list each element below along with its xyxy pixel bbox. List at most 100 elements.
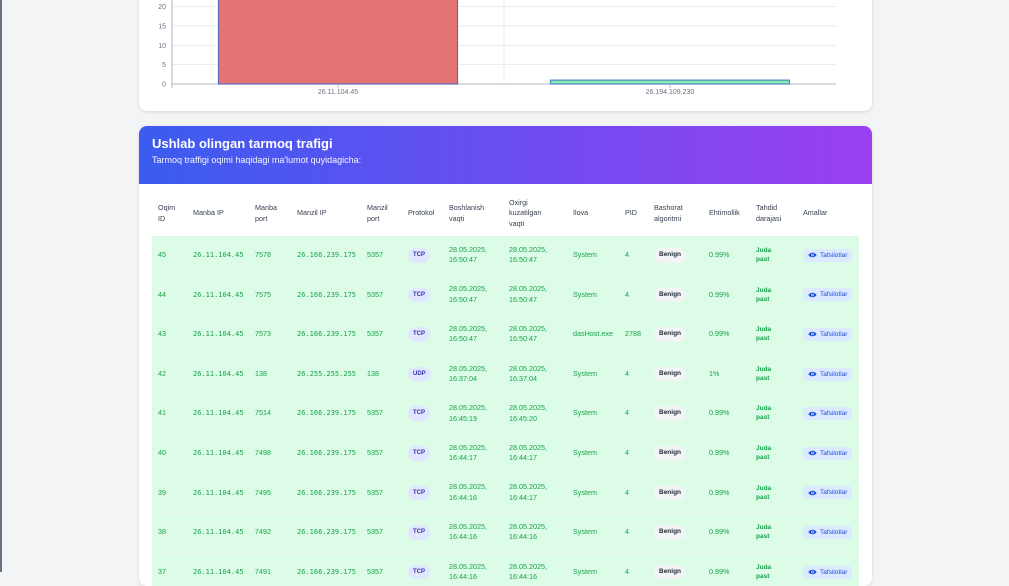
source-port: 7495 xyxy=(255,487,271,497)
cell-destination-ip: 26.255.255.255 xyxy=(291,354,361,395)
application: System xyxy=(573,448,597,458)
cell-source-ip: 26.11.104.45 xyxy=(187,473,249,514)
start-date: 28.05.2025, xyxy=(449,403,487,413)
details-button-label: Tafsilotlar xyxy=(820,251,848,259)
cell-threat-level: Juda past xyxy=(750,354,797,395)
cell-start-time: 28.05.2025, 16:50:47 xyxy=(443,275,503,316)
details-button[interactable]: Tafsilotlar xyxy=(803,288,853,302)
destination-ip: 26.255.255.255 xyxy=(297,369,357,378)
probability: 0.99% xyxy=(709,329,730,339)
start-time: 16:44:16 xyxy=(449,492,477,502)
start-time: 16:50:47 xyxy=(449,255,477,265)
eye-icon xyxy=(808,292,817,298)
cell-flow-id: 38 xyxy=(152,512,187,553)
column-header: Tahdid darajasi xyxy=(750,191,797,236)
details-button[interactable]: Tafsilotlar xyxy=(803,407,853,421)
last-date: 28.05.2025, xyxy=(509,442,547,452)
column-header: PID xyxy=(619,191,648,236)
last-date: 28.05.2025, xyxy=(509,403,547,413)
cell-destination-ip: 26.166.239.175 xyxy=(291,314,361,355)
cell-protocol: UDP xyxy=(402,354,443,395)
cell-last-seen: 28.05.2025, 16:50:47 xyxy=(503,275,567,316)
cell-source-port: 7575 xyxy=(249,275,291,316)
cell-actions: Tafsilotlar xyxy=(797,393,859,434)
bar[interactable] xyxy=(217,0,459,85)
cell-flow-id: 44 xyxy=(152,275,187,316)
cell-actions: Tafsilotlar xyxy=(797,433,859,474)
x-tick-label: 26.11.104.45 xyxy=(318,89,358,96)
destination-ip: 26.166.239.175 xyxy=(297,409,357,418)
pid: 4 xyxy=(625,487,629,497)
source-ip: 26.11.104.45 xyxy=(193,369,244,378)
details-button[interactable]: Tafsilotlar xyxy=(803,367,853,381)
column-header-text: ID xyxy=(158,213,166,223)
cell-application: System xyxy=(567,473,619,514)
details-button[interactable]: Tafsilotlar xyxy=(803,486,853,500)
probability: 0.99% xyxy=(709,250,730,260)
details-button[interactable]: Tafsilotlar xyxy=(803,248,853,262)
cell-protocol: TCP xyxy=(402,433,443,474)
destination-ip: 26.166.239.175 xyxy=(297,251,357,260)
details-button-label: Tafsilotlar xyxy=(820,410,848,418)
probability: 1% xyxy=(709,368,720,378)
cell-last-seen: 28.05.2025, 16:50:47 xyxy=(503,236,567,276)
cell-threat-level: Juda past xyxy=(750,236,797,276)
details-button[interactable]: Tafsilotlar xyxy=(803,525,853,539)
threat-level-line2: past xyxy=(756,572,770,580)
details-button[interactable]: Tafsilotlar xyxy=(803,327,853,341)
cell-source-port: 7492 xyxy=(249,512,291,553)
traffic-subtitle: Tarmoq traffigi oqimi haqidagi ma'lumot … xyxy=(152,155,362,165)
cell-protocol: TCP xyxy=(402,512,443,553)
cell-threat-level: Juda past xyxy=(750,552,797,586)
y-tick-label: 20 xyxy=(158,4,166,11)
y-tick-label: 0 xyxy=(162,82,166,89)
cell-prediction: Benign xyxy=(648,354,703,395)
destination-port: 5357 xyxy=(367,329,383,339)
cell-source-ip: 26.11.104.45 xyxy=(187,354,249,395)
start-time: 16:50:47 xyxy=(449,334,477,344)
cell-prediction: Benign xyxy=(648,314,703,355)
chart-card: 20 15 10 5 0 26.11.104.45 26.194.109.230 xyxy=(139,0,872,111)
last-time: 16:44:16 xyxy=(509,572,537,582)
destination-ip: 26.166.239.175 xyxy=(297,488,357,497)
column-header-text: Manzil xyxy=(367,203,388,212)
bar[interactable] xyxy=(549,79,791,85)
eye-icon xyxy=(808,569,817,575)
cell-destination-port: 5357 xyxy=(361,512,402,553)
column-header: Oqim ID xyxy=(152,191,187,236)
cell-flow-id: 37 xyxy=(152,552,187,586)
eye-icon xyxy=(808,371,817,377)
flow-id: 37 xyxy=(158,566,166,576)
traffic-table: Oqim ID Manba IP Manba port Manzil IP Manzil po… xyxy=(152,191,859,586)
cell-destination-ip: 26.166.239.175 xyxy=(291,236,361,276)
cell-source-ip: 26.11.104.45 xyxy=(187,433,249,474)
column-header-text: darajasi xyxy=(756,213,782,223)
destination-port: 5357 xyxy=(367,527,383,537)
cell-actions: Tafsilotlar xyxy=(797,552,859,586)
cell-threat-level: Juda past xyxy=(750,275,797,316)
column-header-text: port xyxy=(367,213,380,223)
cell-source-ip: 26.11.104.45 xyxy=(187,275,249,316)
source-port: 7578 xyxy=(255,250,271,260)
probability: 0.99% xyxy=(709,487,730,497)
y-tick-label: 10 xyxy=(158,43,166,50)
destination-port: 5357 xyxy=(367,566,383,576)
cell-flow-id: 41 xyxy=(152,393,187,434)
application: System xyxy=(573,408,597,418)
cell-prediction: Benign xyxy=(648,473,703,514)
details-button[interactable]: Tafsilotlar xyxy=(803,565,853,579)
traffic-card: Ushlab olingan tarmoq trafigi Tarmoq tra… xyxy=(139,126,872,586)
column-header-text: Boshlanish xyxy=(449,203,485,212)
details-button[interactable]: Tafsilotlar xyxy=(803,446,853,460)
details-button-label: Tafsilotlar xyxy=(820,568,848,576)
cell-destination-port: 5357 xyxy=(361,433,402,474)
source-ip: 26.11.104.45 xyxy=(193,409,244,418)
cell-start-time: 28.05.2025, 16:44:16 xyxy=(443,552,503,586)
threat-level: Juda past xyxy=(756,325,776,343)
eye-icon xyxy=(808,253,817,258)
threat-level: Juda past xyxy=(756,484,776,502)
start-date: 28.05.2025, xyxy=(449,244,487,254)
prediction-badge: Benign xyxy=(654,525,687,540)
eye-icon xyxy=(808,451,817,456)
start-date: 28.05.2025, xyxy=(449,442,487,452)
